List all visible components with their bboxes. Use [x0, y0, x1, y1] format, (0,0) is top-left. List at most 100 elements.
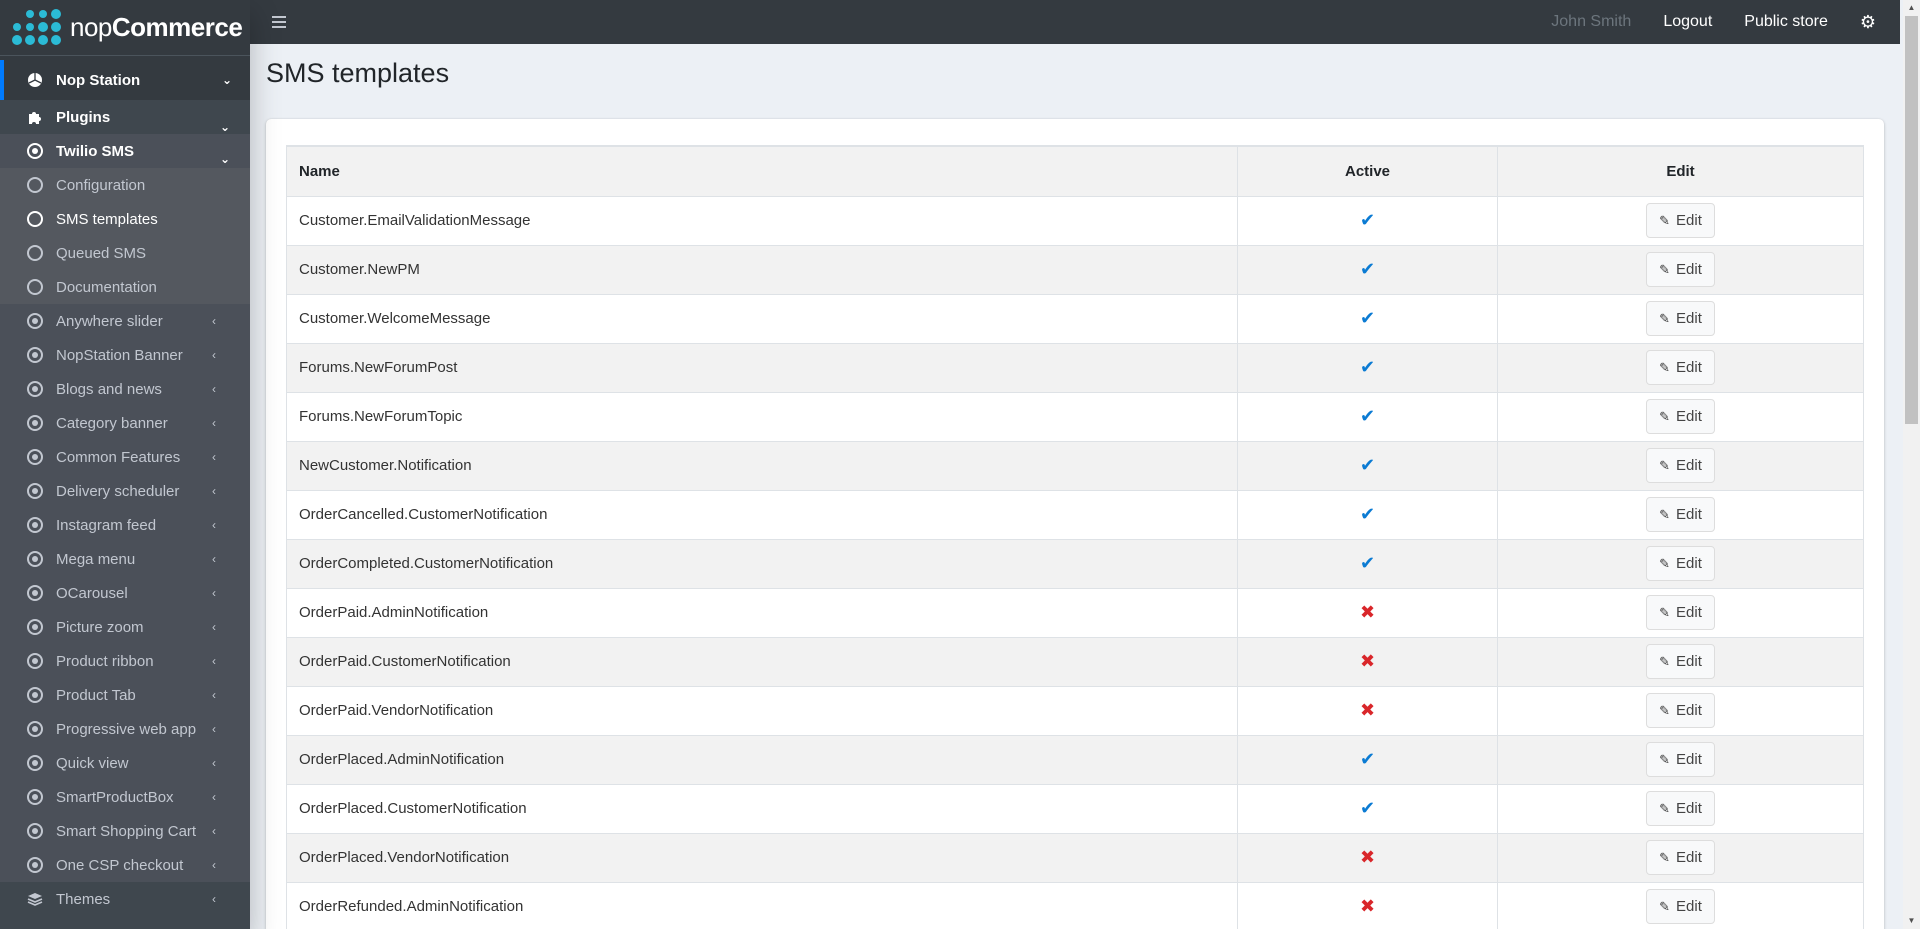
sidebar-plugin-item[interactable]: Picture zoom ‹ [0, 610, 250, 644]
table-row: OrderCompleted.CustomerNotification ✔ ✎ Edi… [286, 538, 1864, 589]
user-name: John Smith [1551, 13, 1632, 30]
edit-button[interactable]: ✎ Edit [1646, 350, 1715, 385]
scrollbar-thumb[interactable] [1905, 16, 1918, 424]
edit-button[interactable]: ✎ Edit [1646, 448, 1715, 483]
dot-circle-icon [27, 619, 43, 635]
sidebar-item-label: Instagram feed [56, 516, 157, 534]
chevron-left-icon: ‹ [212, 722, 216, 736]
active-status: ✔ [1237, 244, 1498, 295]
sidebar-item-twilio-sms[interactable]: Twilio SMS ⌄ [0, 134, 250, 168]
edit-button[interactable]: ✎ Edit [1646, 693, 1715, 728]
active-status: ✖ [1237, 881, 1498, 929]
sidebar-plugin-item[interactable]: Blogs and news ‹ [0, 372, 250, 406]
sidebar-item-label: Nop Station [56, 71, 141, 89]
edit-button[interactable]: ✎ Edit [1646, 301, 1715, 336]
chevron-left-icon: ‹ [212, 790, 216, 804]
main-content: SMS templates Name Active Edit Customer.… [250, 44, 1900, 929]
sidebar-item-label: Quick view [56, 754, 129, 772]
edit-button[interactable]: ✎ Edit [1646, 840, 1715, 875]
sidebar-plugin-item[interactable]: Common Features ‹ [0, 440, 250, 474]
sidebar-plugin-item[interactable]: Progressive web app ‹ [0, 712, 250, 746]
scroll-up-arrow-icon[interactable]: ▲ [1903, 0, 1920, 16]
edit-cell: ✎ Edit [1497, 538, 1864, 589]
sidebar-plugin-item[interactable]: SmartProductBox ‹ [0, 780, 250, 814]
edit-button[interactable]: ✎ Edit [1646, 889, 1715, 924]
sidebar-plugin-item[interactable]: One CSP checkout ‹ [0, 848, 250, 882]
sidebar-item-label: OCarousel [56, 584, 128, 602]
sidebar-plugin-item[interactable]: Category banner ‹ [0, 406, 250, 440]
public-store-link[interactable]: Public store [1744, 13, 1828, 31]
circle-icon [27, 177, 43, 193]
template-name: Forums.NewForumTopic [286, 391, 1238, 442]
edit-cell: ✎ Edit [1497, 293, 1864, 344]
gears-icon[interactable]: ⚙ [1860, 12, 1876, 33]
template-name: OrderPaid.CustomerNotification [286, 636, 1238, 687]
pencil-icon: ✎ [1659, 506, 1671, 522]
cross-icon: ✖ [1359, 602, 1376, 622]
menu-toggle-icon[interactable] [272, 16, 286, 28]
column-header-name[interactable]: Name [286, 145, 1238, 197]
sidebar-plugin-item[interactable]: Anywhere slider ‹ [0, 304, 250, 338]
sidebar-subitem[interactable]: Configuration [0, 168, 250, 202]
cross-icon: ✖ [1359, 896, 1376, 916]
edit-button[interactable]: ✎ Edit [1646, 399, 1715, 434]
sidebar-item-nop-station[interactable]: Nop Station ⌄ [0, 60, 250, 100]
sidebar-subitem[interactable]: SMS templates [0, 202, 250, 236]
edit-button-label: Edit [1676, 849, 1702, 866]
edit-button-label: Edit [1676, 457, 1702, 474]
template-name: OrderPlaced.AdminNotification [286, 734, 1238, 785]
edit-button[interactable]: ✎ Edit [1646, 791, 1715, 826]
edit-button[interactable]: ✎ Edit [1646, 595, 1715, 630]
pencil-icon: ✎ [1659, 457, 1671, 473]
edit-button[interactable]: ✎ Edit [1646, 546, 1715, 581]
sidebar-plugin-item[interactable]: Quick view ‹ [0, 746, 250, 780]
sidebar-plugin-item[interactable]: Product Tab ‹ [0, 678, 250, 712]
edit-button[interactable]: ✎ Edit [1646, 252, 1715, 287]
sidebar-subitem[interactable]: Documentation [0, 270, 250, 304]
chevron-left-icon: ‹ [212, 348, 216, 362]
sidebar-plugin-item[interactable]: Mega menu ‹ [0, 542, 250, 576]
page-title: SMS templates [266, 58, 450, 88]
sidebar-item-label: Configuration [56, 176, 146, 194]
brand-logo[interactable]: nopCommerce [0, 0, 250, 56]
template-name: OrderCancelled.CustomerNotification [286, 489, 1238, 540]
edit-button-label: Edit [1676, 310, 1702, 327]
sidebar-item-label: Category banner [56, 414, 168, 432]
check-icon: ✔ [1359, 259, 1376, 279]
sidebar-item-label: Plugins [56, 108, 111, 126]
active-status: ✔ [1237, 293, 1498, 344]
table-row: OrderPaid.AdminNotification ✖ ✎ Edit [286, 587, 1864, 638]
sidebar-item-label: Documentation [56, 278, 157, 296]
sidebar-plugin-item[interactable]: Smart Shopping Cart ‹ [0, 814, 250, 848]
table-row: OrderPaid.VendorNotification ✖ ✎ Edit [286, 685, 1864, 736]
sidebar-plugin-item[interactable]: OCarousel ‹ [0, 576, 250, 610]
edit-button[interactable]: ✎ Edit [1646, 497, 1715, 532]
column-header-active[interactable]: Active [1237, 145, 1498, 197]
sms-templates-table: Name Active Edit Customer.EmailValidatio… [286, 145, 1864, 929]
edit-button[interactable]: ✎ Edit [1646, 203, 1715, 238]
sidebar-plugin-item[interactable]: Instagram feed ‹ [0, 508, 250, 542]
sidebar-plugin-item[interactable]: Delivery scheduler ‹ [0, 474, 250, 508]
edit-button-label: Edit [1676, 751, 1702, 768]
dot-circle-icon [27, 585, 43, 601]
sidebar-item-cut-off[interactable] [0, 916, 250, 929]
check-icon: ✔ [1359, 210, 1376, 230]
sidebar-item-themes[interactable]: Themes ‹ [0, 882, 250, 916]
edit-button[interactable]: ✎ Edit [1646, 742, 1715, 777]
pencil-icon: ✎ [1659, 898, 1671, 914]
chevron-left-icon: ‹ [212, 552, 216, 566]
sidebar-subitem[interactable]: Queued SMS [0, 236, 250, 270]
table-row: OrderPlaced.VendorNotification ✖ ✎ Edit [286, 832, 1864, 883]
edit-button[interactable]: ✎ Edit [1646, 644, 1715, 679]
circle-icon [27, 211, 43, 227]
scroll-down-arrow-icon[interactable]: ▼ [1903, 913, 1920, 929]
active-status: ✔ [1237, 391, 1498, 442]
sidebar-item-plugins[interactable]: Plugins ⌄ [0, 100, 250, 134]
page-scrollbar[interactable]: ▲ ▼ [1903, 0, 1920, 929]
sidebar-plugin-item[interactable]: Product ribbon ‹ [0, 644, 250, 678]
sidebar-plugin-item[interactable]: NopStation Banner ‹ [0, 338, 250, 372]
chevron-left-icon: ‹ [212, 518, 216, 532]
logout-link[interactable]: Logout [1663, 13, 1712, 31]
active-status: ✔ [1237, 489, 1498, 540]
pencil-icon: ✎ [1659, 555, 1671, 571]
